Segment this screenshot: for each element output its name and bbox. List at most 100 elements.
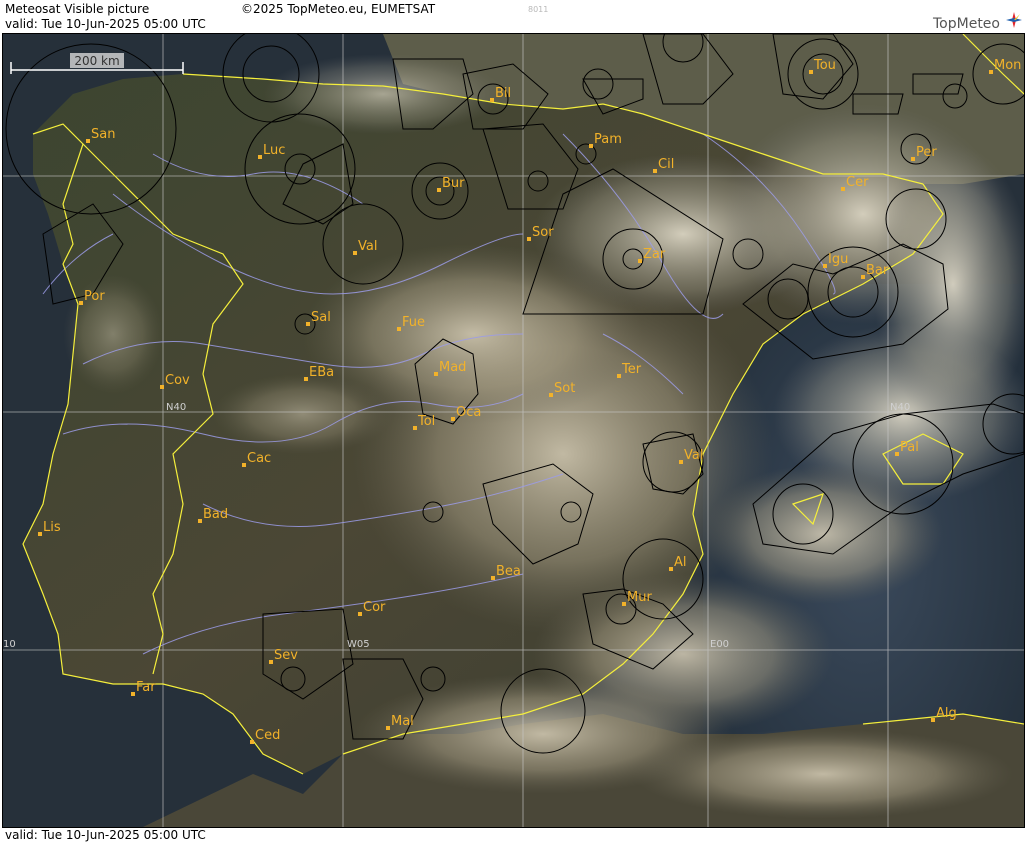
copyright-notice: ©2025 TopMeteo.eu, EUMETSAT xyxy=(241,2,436,16)
city-marker-dot xyxy=(989,70,993,74)
city-marker-dot xyxy=(823,264,827,268)
city-sor[interactable]: Sor xyxy=(527,225,554,241)
city-label: Tou xyxy=(813,58,836,73)
city-label: Cov xyxy=(165,373,190,388)
city-label: Ter xyxy=(621,362,642,377)
grid-label-w10: 10 xyxy=(3,639,16,650)
footer-bar: valid: Tue 10-Jun-2025 05:00 UTC xyxy=(0,828,1027,843)
scale-label: 200 km xyxy=(74,54,119,68)
city-label: Mon xyxy=(994,58,1021,73)
city-label: Cer xyxy=(846,175,869,190)
city-marker-dot xyxy=(549,393,553,397)
city-marker-dot xyxy=(258,155,262,159)
city-marker-dot xyxy=(527,237,531,241)
city-marker-dot xyxy=(809,70,813,74)
city-marker-dot xyxy=(451,417,455,421)
city-marker-dot xyxy=(86,139,90,143)
city-marker-dot xyxy=(131,692,135,696)
city-marker-dot xyxy=(269,660,273,664)
city-marker-dot xyxy=(198,519,202,523)
city-cor[interactable]: Cor xyxy=(358,600,386,616)
city-label: Lis xyxy=(43,520,61,535)
city-label: Tol xyxy=(417,414,435,429)
city-pam[interactable]: Pam xyxy=(589,132,622,148)
topmeteo-logo[interactable]: TopMeteo xyxy=(930,4,1026,32)
city-marker-dot xyxy=(242,463,246,467)
satellite-viewer: Meteosat Visible picture ©2025 TopMeteo.… xyxy=(0,0,1027,843)
city-marker-dot xyxy=(250,740,254,744)
city-oca[interactable]: Oca xyxy=(451,405,481,421)
city-label: Bar xyxy=(866,263,889,278)
city-label: Al xyxy=(674,555,687,570)
city-marker-dot xyxy=(491,576,495,580)
city-san[interactable]: San xyxy=(86,127,115,143)
city-bur[interactable]: Bur xyxy=(437,176,465,192)
city-label: Fue xyxy=(402,315,425,330)
valid-time-bottom: valid: Tue 10-Jun-2025 05:00 UTC xyxy=(5,828,206,842)
city-marker-dot xyxy=(589,144,593,148)
satellite-map[interactable]: 200 km N40 N40 W05 E00 10 San Luc Bur Bil Pa… xyxy=(2,33,1025,828)
city-marker-dot xyxy=(304,377,308,381)
city-mon[interactable]: Mon xyxy=(989,58,1021,74)
city-label: Pam xyxy=(594,132,622,147)
city-label: Alg xyxy=(936,706,957,721)
city-luc[interactable]: Luc xyxy=(258,143,285,159)
city-eba[interactable]: EBa xyxy=(304,365,334,381)
city-label: Mad xyxy=(439,360,466,375)
grid-label-n40-east: N40 xyxy=(890,402,910,413)
city-label: Sal xyxy=(311,310,331,325)
city-label: Igu xyxy=(828,252,848,267)
city-marker-dot xyxy=(353,251,357,255)
city-label: Bea xyxy=(496,564,521,579)
city-label: Far xyxy=(136,680,156,695)
city-label: Pal xyxy=(900,440,919,455)
city-marker-dot xyxy=(413,426,417,430)
city-label: Oca xyxy=(456,405,481,420)
city-marker-dot xyxy=(617,374,621,378)
city-bad[interactable]: Bad xyxy=(198,507,228,523)
city-label: Por xyxy=(84,289,105,304)
city-marker-dot xyxy=(38,532,42,536)
city-mur[interactable]: Mur xyxy=(622,590,652,606)
city-label: EBa xyxy=(309,365,334,380)
city-cov[interactable]: Cov xyxy=(160,373,190,389)
city-marker-dot xyxy=(358,612,362,616)
city-label: Luc xyxy=(263,143,285,158)
city-cac[interactable]: Cac xyxy=(242,451,271,467)
city-marker-dot xyxy=(397,327,401,331)
city-label: Bur xyxy=(442,176,465,191)
city-label: Zar xyxy=(643,247,666,262)
city-marker-dot xyxy=(160,385,164,389)
city-mal[interactable]: Mal xyxy=(386,714,414,730)
city-label: Bad xyxy=(203,507,228,522)
city-marker-dot xyxy=(911,157,915,161)
city-mad[interactable]: Mad xyxy=(434,360,466,376)
city-marker-dot xyxy=(386,726,390,730)
city-label: Cor xyxy=(363,600,386,615)
city-label: Ced xyxy=(255,728,280,743)
city-cer[interactable]: Cer xyxy=(841,175,869,191)
city-sev[interactable]: Sev xyxy=(269,648,298,664)
city-fue[interactable]: Fue xyxy=(397,315,425,331)
city-bea[interactable]: Bea xyxy=(491,564,521,580)
city-marker-dot xyxy=(931,718,935,722)
city-marker-dot xyxy=(437,188,441,192)
city-ced[interactable]: Ced xyxy=(250,728,280,744)
city-marker-dot xyxy=(669,567,673,571)
city-label: Val xyxy=(684,448,703,463)
city-bar[interactable]: Bar xyxy=(861,263,889,279)
city-zar[interactable]: Zar xyxy=(638,247,666,263)
city-label: Sot xyxy=(554,381,575,396)
city-marker-dot xyxy=(306,322,310,326)
image-title: Meteosat Visible picture xyxy=(5,2,150,16)
city-label: Val xyxy=(358,239,377,254)
city-tou[interactable]: Tou xyxy=(809,58,836,74)
city-label: Cac xyxy=(247,451,271,466)
city-label: Sor xyxy=(532,225,554,240)
city-marker-dot xyxy=(841,187,845,191)
valid-time-top: valid: Tue 10-Jun-2025 05:00 UTC xyxy=(5,17,206,31)
city-marker-dot xyxy=(861,275,865,279)
city-label: Mal xyxy=(391,714,414,729)
image-code: 8011 xyxy=(528,5,549,14)
grid-label-e00: E00 xyxy=(710,639,729,650)
